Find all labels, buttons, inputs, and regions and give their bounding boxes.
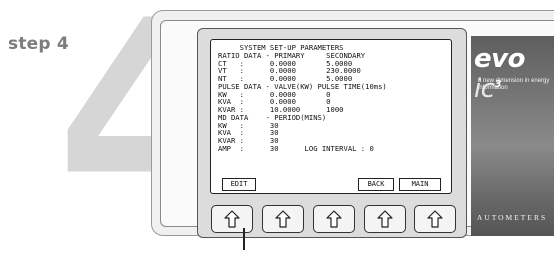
evo-logo: evo ic3 [474,44,525,104]
up-arrow-button-5[interactable] [414,205,456,233]
step-label: step 4 [8,34,69,54]
up-arrow-button-2[interactable] [262,205,304,233]
main-softkey[interactable]: MAIN [399,178,441,191]
brand-company: AUTOMETERS [476,213,548,222]
lcd-text: SYSTEM SET-UP PARAMETERS RATIO DATA - PR… [218,44,387,153]
up-arrow-icon [275,210,291,228]
back-softkey[interactable]: BACK [358,178,394,191]
up-arrow-button-1[interactable] [211,205,253,233]
up-arrow-icon [326,210,342,228]
up-arrow-icon [427,210,443,228]
pointer-line [243,228,245,250]
edit-softkey[interactable]: EDIT [222,178,256,191]
brand-tagline: a new dimension in energy information [478,78,550,91]
up-arrow-button-4[interactable] [364,205,406,233]
screen-line: AMP : 30 LOG INTERVAL : 0 [218,143,374,153]
lcd-screen: SYSTEM SET-UP PARAMETERS RATIO DATA - PR… [210,39,452,194]
up-arrow-button-3[interactable] [313,205,355,233]
up-arrow-icon [224,210,240,228]
up-arrow-icon [377,210,393,228]
